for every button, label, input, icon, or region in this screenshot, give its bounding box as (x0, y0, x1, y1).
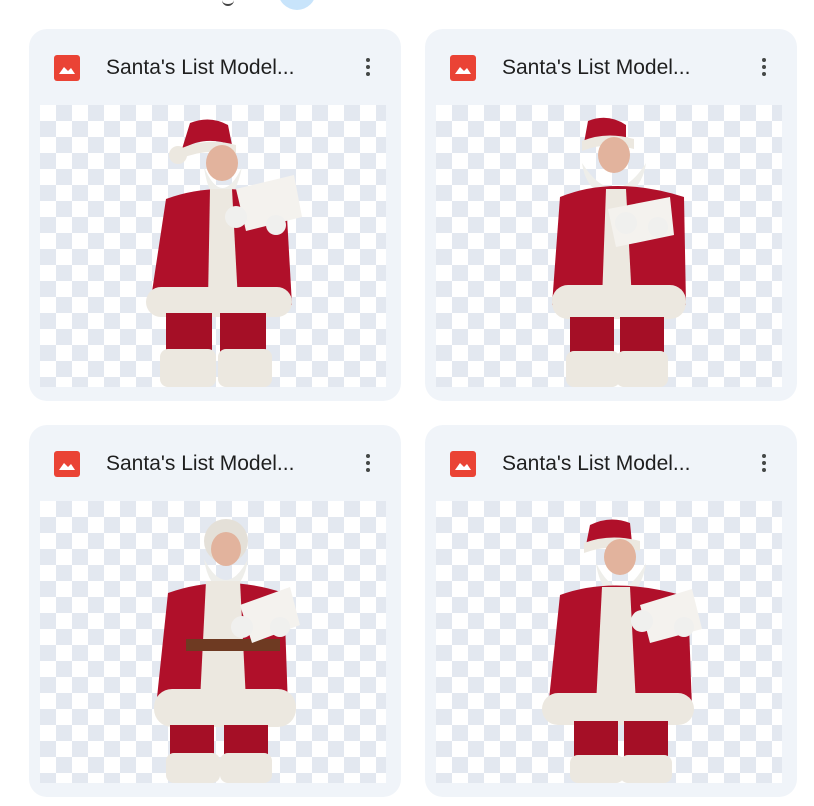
file-thumbnail[interactable] (436, 501, 782, 783)
file-thumbnail[interactable] (436, 105, 782, 387)
top-partial-row (0, 0, 814, 12)
santa-image (542, 519, 702, 783)
file-card[interactable]: Santa's List Model... (29, 29, 401, 401)
partial-avatar-circle[interactable] (278, 0, 316, 10)
file-card-header: Santa's List Model... (29, 425, 401, 501)
file-card-header: Santa's List Model... (425, 29, 797, 105)
image-file-icon (54, 451, 80, 477)
file-title: Santa's List Model... (106, 56, 295, 79)
more-vert-icon[interactable] (351, 49, 385, 83)
partial-text-glyph (222, 0, 234, 6)
file-card[interactable]: Santa's List Model... (425, 29, 797, 401)
file-card[interactable]: Santa's List Model... (29, 425, 401, 797)
image-file-icon (450, 55, 476, 81)
santa-image (552, 117, 686, 387)
file-title: Santa's List Model... (106, 452, 295, 475)
more-vert-icon[interactable] (351, 445, 385, 479)
more-vert-icon[interactable] (747, 49, 781, 83)
file-card-header: Santa's List Model... (29, 29, 401, 105)
file-title: Santa's List Model... (502, 56, 691, 79)
image-file-icon (54, 55, 80, 81)
image-file-icon (450, 451, 476, 477)
file-card-header: Santa's List Model... (425, 425, 797, 501)
santa-image (146, 119, 302, 387)
file-card[interactable]: Santa's List Model... (425, 425, 797, 797)
more-vert-icon[interactable] (747, 445, 781, 479)
santa-image (154, 519, 300, 783)
file-title: Santa's List Model... (502, 452, 691, 475)
file-thumbnail[interactable] (40, 501, 386, 783)
file-thumbnail[interactable] (40, 105, 386, 387)
